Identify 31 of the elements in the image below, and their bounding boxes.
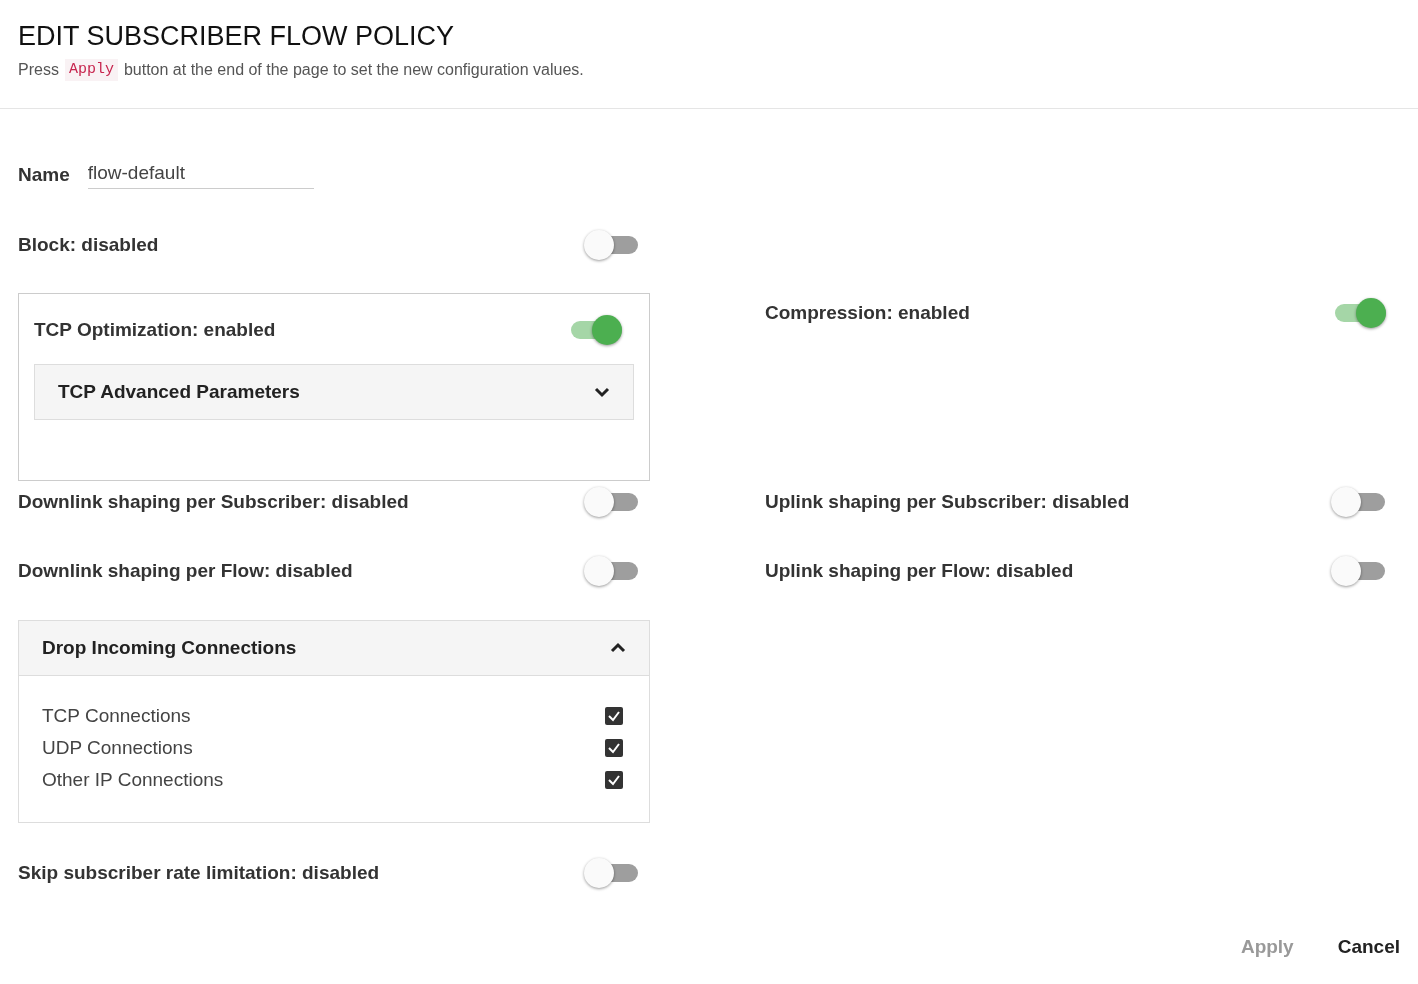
checkbox-label: TCP Connections: [42, 704, 191, 728]
setting-label: TCP Optimization: enabled: [34, 318, 276, 342]
toggle-switch[interactable]: [1331, 486, 1385, 519]
page-title: EDIT SUBSCRIBER FLOW POLICY: [18, 20, 456, 53]
chevron-up-icon: [610, 642, 626, 655]
setting-label: Block: disabled: [18, 233, 159, 257]
checkbox-label: UDP Connections: [42, 736, 193, 760]
accordion-header[interactable]: TCP Advanced Parameters: [34, 364, 634, 421]
checkbox[interactable]: [605, 707, 623, 726]
cancel-button[interactable]: Cancel: [1337, 933, 1400, 962]
accordion-header[interactable]: Drop Incoming Connections: [19, 621, 649, 677]
hint-text: Press: [18, 59, 59, 80]
setting-label: Downlink shaping per Flow: disabled: [18, 559, 353, 583]
setting-label: Uplink shaping per Subscriber: disabled: [765, 490, 1130, 514]
toggle-switch[interactable]: [584, 857, 638, 890]
toggle-switch[interactable]: [584, 229, 638, 262]
checkbox[interactable]: [605, 739, 623, 758]
setting-label: Skip subscriber rate limitation: disabled: [18, 861, 380, 885]
name-input[interactable]: flow-default: [87, 158, 314, 190]
code-snippet: Apply: [64, 58, 118, 81]
chevron-down-icon: [594, 386, 610, 399]
hint-text: button at the end of the page to set the new configuration values.: [123, 59, 584, 80]
checkbox-label: Other IP Connections: [42, 768, 224, 792]
toggle-switch[interactable]: [584, 486, 638, 519]
toggle-switch[interactable]: [584, 555, 638, 588]
toggle-switch[interactable]: [1331, 555, 1385, 588]
setting-label: Compression: enabled: [765, 301, 970, 325]
checkbox[interactable]: [605, 771, 623, 790]
name-label: Name: [18, 162, 70, 187]
setting-label: Uplink shaping per Flow: disabled: [765, 559, 1074, 583]
setting-label: Downlink shaping per Subscriber: disabled: [18, 490, 409, 514]
